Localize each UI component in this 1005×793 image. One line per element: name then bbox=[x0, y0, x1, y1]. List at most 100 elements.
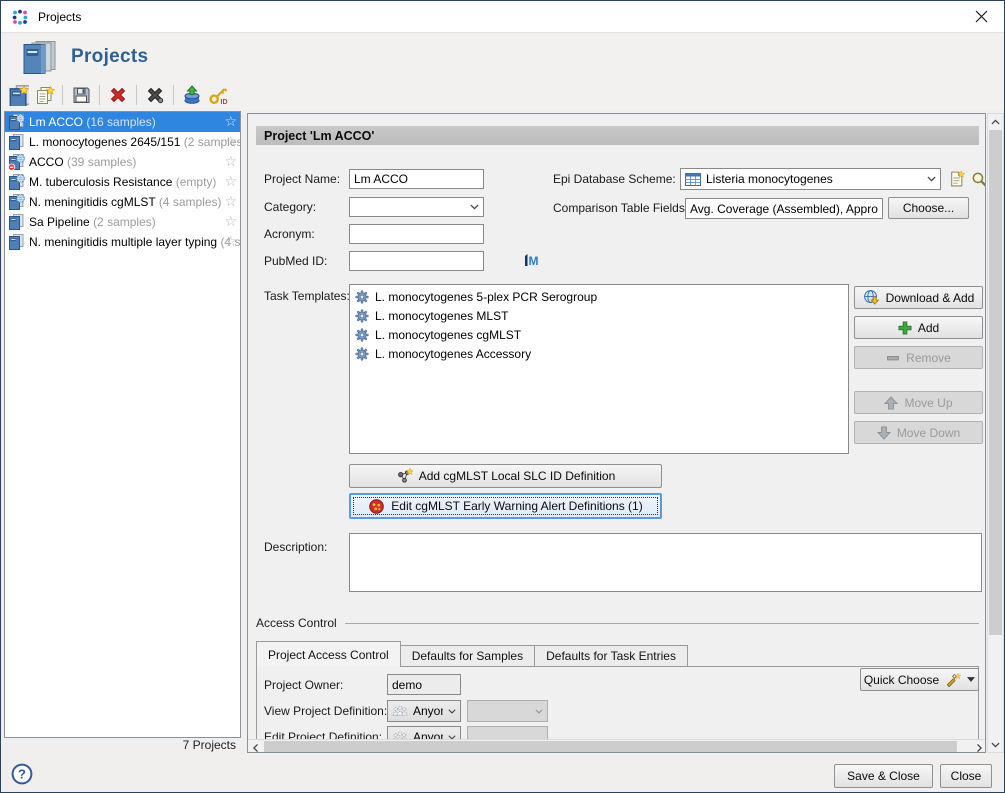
task-template-list[interactable]: L. monocytogenes 5-plex PCR Serogroup L.… bbox=[349, 284, 849, 454]
favorite-star-icon[interactable]: ☆ bbox=[224, 153, 237, 170]
task-template-name: L. monocytogenes MLST bbox=[375, 309, 508, 323]
category-select[interactable] bbox=[349, 197, 484, 217]
project-row-lm-acco[interactable]: Lm ACCO (16 samples) ☆ bbox=[5, 112, 240, 132]
save-and-close-label: Save & Close bbox=[847, 769, 920, 783]
project-name: M. tuberculosis Resistance bbox=[29, 175, 172, 189]
add-slc-definition-button[interactable]: Add cgMLST Local SLC ID Definition bbox=[349, 464, 662, 488]
tab-project-access-control[interactable]: Project Access Control bbox=[256, 641, 401, 667]
dropdown-arrow-icon bbox=[967, 677, 975, 682]
project-name: N. meningitidis cgMLST bbox=[29, 195, 156, 209]
scroll-right-button[interactable] bbox=[972, 740, 986, 753]
category-label: Category: bbox=[264, 197, 316, 217]
add-slc-definition-label: Add cgMLST Local SLC ID Definition bbox=[419, 469, 616, 483]
quick-choose-button[interactable]: Quick Choose bbox=[860, 668, 979, 691]
database-upload-button[interactable] bbox=[179, 82, 205, 108]
gear-icon bbox=[355, 328, 369, 342]
task-template-item[interactable]: L. monocytogenes cgMLST bbox=[350, 325, 848, 344]
save-and-close-button[interactable]: Save & Close bbox=[834, 764, 933, 788]
favorite-star-icon[interactable]: ☆ bbox=[224, 213, 237, 230]
toolbar-separator bbox=[136, 85, 137, 105]
project-count-footer: 7 Projects bbox=[4, 738, 241, 754]
favorite-star-icon[interactable]: ☆ bbox=[224, 133, 237, 150]
download-add-button[interactable]: Download & Add bbox=[854, 286, 983, 309]
favorite-star-icon[interactable]: ☆ bbox=[224, 193, 237, 210]
project-name-label: Project Name: bbox=[264, 169, 340, 189]
projects-dialog: Projects Projects bbox=[0, 0, 1005, 793]
scroll-left-button[interactable] bbox=[248, 740, 263, 753]
search-scheme-button[interactable] bbox=[969, 169, 986, 189]
close-icon bbox=[974, 9, 989, 24]
project-row-l-monocytogenes[interactable]: L. monocytogenes 2645/151 (2 samples) ☆ bbox=[5, 132, 240, 152]
move-up-label: Move Up bbox=[904, 396, 952, 410]
pubmed-input[interactable] bbox=[349, 251, 484, 271]
close-window-button[interactable] bbox=[958, 1, 1004, 32]
delete-button[interactable] bbox=[105, 82, 131, 108]
horizontal-scrollbar[interactable] bbox=[248, 739, 986, 753]
favorite-star-icon[interactable]: ☆ bbox=[224, 233, 237, 250]
task-template-item[interactable]: L. monocytogenes 5-plex PCR Serogroup bbox=[350, 287, 848, 306]
project-globe-blocked-icon bbox=[8, 154, 25, 171]
favorite-star-icon[interactable]: ☆ bbox=[224, 173, 237, 190]
new-scheme-button[interactable] bbox=[946, 168, 966, 190]
comparison-fields-input[interactable] bbox=[685, 198, 883, 219]
project-globe-icon bbox=[8, 114, 25, 131]
project-name-input[interactable] bbox=[349, 169, 484, 189]
force-delete-button[interactable] bbox=[142, 82, 168, 108]
new-project-button[interactable] bbox=[5, 82, 31, 108]
project-icon bbox=[8, 214, 25, 231]
help-button[interactable]: ? bbox=[11, 763, 33, 790]
project-globe-icon bbox=[8, 194, 25, 211]
access-control-rule bbox=[345, 623, 979, 624]
toolbar-separator bbox=[173, 85, 174, 105]
tab-defaults-for-samples[interactable]: Defaults for Samples bbox=[401, 645, 535, 667]
task-template-item[interactable]: L. monocytogenes Accessory bbox=[350, 344, 848, 363]
app-logo-icon bbox=[12, 9, 28, 25]
move-up-button[interactable]: Move Up bbox=[854, 391, 983, 414]
scroll-down-button[interactable] bbox=[988, 737, 1003, 752]
close-button[interactable]: Close bbox=[940, 764, 992, 788]
arrow-up-icon bbox=[884, 396, 898, 410]
favorite-star-icon[interactable]: ☆ bbox=[224, 113, 237, 130]
help-icon: ? bbox=[11, 763, 33, 785]
remove-button[interactable]: Remove bbox=[854, 346, 983, 369]
acronym-label: Acronym: bbox=[264, 224, 315, 244]
project-row-sa-pipeline[interactable]: Sa Pipeline (2 samples) ☆ bbox=[5, 212, 240, 232]
vertical-scroll-thumb[interactable] bbox=[989, 130, 1002, 635]
remove-label: Remove bbox=[906, 351, 951, 365]
save-button[interactable] bbox=[68, 82, 94, 108]
choose-fields-label: Choose... bbox=[903, 201, 954, 215]
add-button[interactable]: Add bbox=[854, 316, 983, 339]
choose-fields-button[interactable]: Choose... bbox=[888, 197, 969, 219]
edit-ewa-definitions-button[interactable]: Edit cgMLST Early Warning Alert Definiti… bbox=[349, 493, 662, 519]
epi-scheme-select[interactable]: Listeria monocytogenes bbox=[680, 168, 941, 190]
projects-header-icon bbox=[21, 40, 59, 75]
view-definition-select[interactable]: Anyone bbox=[387, 700, 461, 722]
download-globe-icon bbox=[863, 289, 880, 306]
scroll-up-button[interactable] bbox=[988, 114, 1003, 129]
move-down-button[interactable]: Move Down bbox=[854, 421, 983, 444]
acronym-input[interactable] bbox=[349, 224, 484, 244]
task-template-name: L. monocytogenes 5-plex PCR Serogroup bbox=[375, 290, 597, 304]
tab-label: Defaults for Task Entries bbox=[546, 649, 676, 663]
project-row-acco[interactable]: ACCO (39 samples) ☆ bbox=[5, 152, 240, 172]
task-template-item[interactable]: L. monocytogenes MLST bbox=[350, 306, 848, 325]
description-textarea[interactable] bbox=[349, 533, 982, 592]
toolbar-separator bbox=[62, 85, 63, 105]
project-owner-input[interactable] bbox=[387, 674, 461, 695]
tab-defaults-for-task-entries[interactable]: Defaults for Task Entries bbox=[535, 645, 688, 667]
project-icon bbox=[8, 234, 25, 251]
change-id-button[interactable]: ID bbox=[205, 82, 231, 108]
project-name: ACCO bbox=[29, 155, 64, 169]
vertical-scrollbar[interactable] bbox=[987, 113, 1004, 753]
copy-project-button[interactable] bbox=[31, 82, 57, 108]
project-row-n-meningitidis-cgmlst[interactable]: N. meningitidis cgMLST (4 samples) ☆ bbox=[5, 192, 240, 212]
view-definition-secondary-select[interactable] bbox=[467, 700, 548, 722]
edit-ewa-definitions-label: Edit cgMLST Early Warning Alert Definiti… bbox=[391, 499, 642, 513]
project-name: L. monocytogenes 2645/151 bbox=[29, 135, 180, 149]
project-row-n-meningitidis-multi[interactable]: N. meningitidis multiple layer typing (4… bbox=[5, 232, 240, 252]
horizontal-scroll-thumb[interactable] bbox=[264, 741, 957, 753]
pubmed-lookup-button[interactable]: M bbox=[521, 249, 543, 271]
comparison-fields-label: Comparison Table Fields: bbox=[553, 198, 688, 218]
project-row-m-tuberculosis[interactable]: M. tuberculosis Resistance (empty) ☆ bbox=[5, 172, 240, 192]
project-count: (4 samples) bbox=[159, 195, 222, 209]
